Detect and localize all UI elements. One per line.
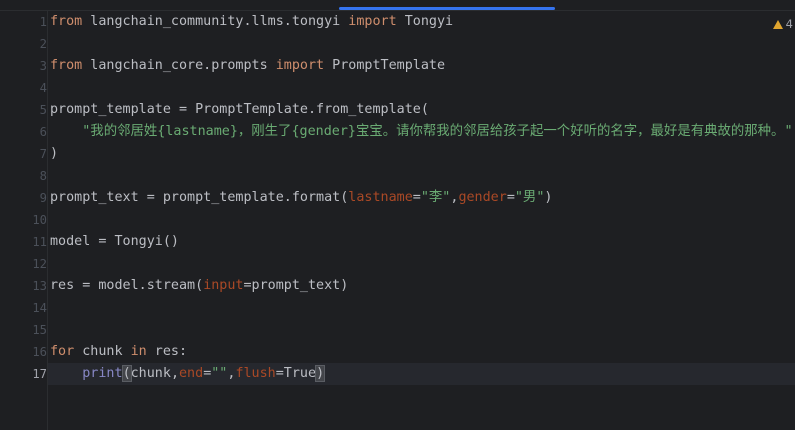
line-number: 3 xyxy=(39,59,47,73)
code-token: "李" xyxy=(420,190,451,205)
code-token: res = model.stream( xyxy=(50,278,204,293)
code-token: ( xyxy=(121,365,132,382)
code-token: langchain_core.prompts xyxy=(82,58,276,73)
text-caret xyxy=(324,365,326,381)
line-number: 1 xyxy=(39,15,47,29)
line-number: 5 xyxy=(39,103,47,117)
code-line[interactable]: from langchain_core.prompts import Promp… xyxy=(50,55,445,77)
line-number: 4 xyxy=(39,81,47,95)
code-token: res: xyxy=(146,344,188,359)
code-token: for xyxy=(50,344,75,359)
line-number: 13 xyxy=(32,279,47,293)
warning-count: 4 xyxy=(785,17,793,31)
code-token: from xyxy=(50,58,83,73)
code-line[interactable]: model = Tongyi() xyxy=(50,231,179,253)
code-token: =prompt_text) xyxy=(243,278,349,293)
active-tab-indicator xyxy=(339,7,555,10)
code-token: prompt_text = prompt_template.format( xyxy=(50,190,349,205)
code-line[interactable]: prompt_text = prompt_template.format(las… xyxy=(50,187,552,209)
code-token: flush xyxy=(235,366,276,381)
code-token: ) xyxy=(315,365,326,382)
code-editor[interactable]: 1 2 3 4 5 6 7 8 9 10 11 12 13 14 15 16 17 from langchain… xyxy=(0,0,795,430)
code-token: langchain_community.llms.tongyi xyxy=(82,14,349,29)
code-token: end xyxy=(179,366,204,381)
code-line[interactable]: "我的邻居姓{lastname}，刚生了{gender}宝宝。请你帮我的邻居给孩… xyxy=(50,121,793,143)
editor-tab-strip xyxy=(0,0,795,11)
code-token: from xyxy=(50,14,83,29)
code-token: gender xyxy=(458,190,507,205)
code-token: ) xyxy=(544,190,553,205)
code-token: "我的邻居姓{lastname}，刚生了{gender}宝宝。请你帮我的邻居给孩… xyxy=(82,124,793,139)
line-number: 6 xyxy=(39,125,47,139)
line-number: 9 xyxy=(39,191,47,205)
code-token: chunk xyxy=(130,366,171,381)
code-token: import xyxy=(275,58,325,73)
code-line[interactable]: res = model.stream(input=prompt_text) xyxy=(50,275,348,297)
code-token: lastname xyxy=(348,190,413,205)
code-token: model = Tongyi() xyxy=(50,234,179,249)
line-number: 17 xyxy=(32,367,47,381)
code-token: "" xyxy=(211,366,228,381)
code-token: Tongyi xyxy=(396,14,454,29)
code-token: , xyxy=(170,366,179,381)
code-line[interactable]: for chunk in res: xyxy=(50,341,187,363)
code-area[interactable]: from langchain_community.llms.tongyi imp… xyxy=(48,11,795,430)
code-token: input xyxy=(203,278,244,293)
code-token: = xyxy=(506,190,515,205)
code-token: prompt_template = PromptTemplate.from_te… xyxy=(50,102,429,117)
code-token: ) xyxy=(50,146,59,161)
line-number: 8 xyxy=(39,169,47,183)
code-token: = xyxy=(412,190,421,205)
code-token: "男" xyxy=(514,190,545,205)
line-number: 11 xyxy=(32,235,47,249)
line-number: 14 xyxy=(32,301,47,315)
code-token: =True xyxy=(275,366,317,381)
code-token: import xyxy=(348,14,397,29)
code-token: chunk xyxy=(74,344,131,359)
line-number: 16 xyxy=(32,345,47,359)
code-line[interactable]: print(chunk,end="",flush=True) xyxy=(50,363,326,385)
code-line[interactable]: ) xyxy=(50,143,58,165)
warning-icon xyxy=(772,19,783,29)
line-number: 2 xyxy=(39,37,47,51)
code-token: print xyxy=(82,366,123,381)
code-token: in xyxy=(130,344,147,359)
code-token: PromptTemplate xyxy=(324,58,446,73)
line-number: 15 xyxy=(32,323,47,337)
inspection-widget[interactable]: 4 xyxy=(772,15,793,33)
line-number-gutter[interactable]: 1 2 3 4 5 6 7 8 9 10 11 12 13 14 15 16 17 xyxy=(0,11,47,430)
line-number: 7 xyxy=(39,147,47,161)
code-line[interactable]: from langchain_community.llms.tongyi imp… xyxy=(50,11,453,33)
code-line[interactable]: prompt_template = PromptTemplate.from_te… xyxy=(50,99,429,121)
line-number: 12 xyxy=(32,257,47,271)
line-number: 10 xyxy=(32,213,47,227)
